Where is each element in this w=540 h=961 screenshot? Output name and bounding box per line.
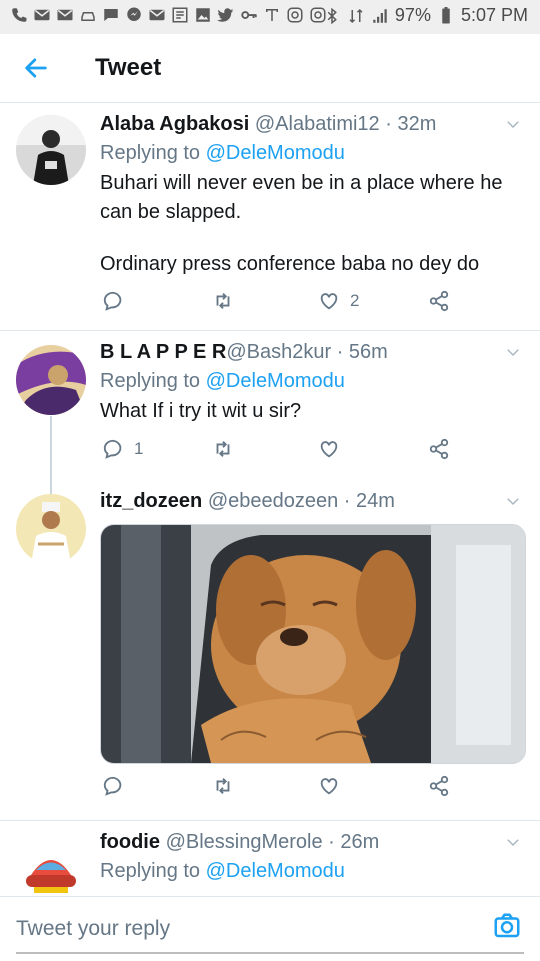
signal-icon (371, 7, 389, 25)
author-handle[interactable]: @Bash2kur (226, 341, 331, 363)
mail-icon (33, 6, 51, 24)
share-icon (429, 290, 449, 312)
text-icon (263, 6, 281, 24)
author-handle[interactable]: @ebeedozeen (208, 490, 338, 512)
reply-input[interactable]: Tweet your reply (16, 917, 170, 941)
gmail-icon (56, 6, 74, 24)
reply-button[interactable] (102, 290, 124, 312)
tweet-time: · 32m (385, 113, 437, 135)
image-icon (194, 6, 212, 24)
replying-label: Replying to (100, 370, 201, 392)
key-icon (240, 6, 258, 24)
chevron-down-icon[interactable] (504, 115, 522, 133)
status-bar: 97% 5:07 PM (0, 0, 540, 34)
reply-button[interactable]: 1 (102, 438, 143, 460)
author-name[interactable]: Alaba Agbakosi (100, 113, 249, 135)
retweet-icon (216, 778, 230, 794)
tweet-time: · 24m (343, 490, 395, 512)
like-count: 2 (350, 291, 360, 310)
author-name[interactable]: foodie (100, 831, 160, 853)
share-button[interactable] (428, 438, 450, 460)
reply-button[interactable] (102, 775, 124, 797)
tweet-text-line: Buhari will never even be in a place whe… (100, 172, 503, 194)
twitter-icon (217, 6, 235, 24)
share-button[interactable] (428, 775, 450, 797)
retweet-button[interactable] (212, 290, 234, 312)
instagram-icon (286, 6, 304, 24)
reply-icon (103, 776, 122, 796)
like-button[interactable]: 2 (318, 290, 359, 312)
news-icon (171, 6, 189, 24)
chevron-down-icon[interactable] (504, 833, 522, 851)
chat-icon (102, 6, 120, 24)
tweet-text-line: can be slapped. (100, 201, 242, 223)
avatar[interactable] (16, 494, 86, 564)
mention-link[interactable]: @DeleMomodu (206, 142, 345, 164)
avatar[interactable] (16, 345, 86, 415)
tweet-time: · 56m (336, 341, 388, 363)
system-status: 97% 5:07 PM (323, 5, 528, 26)
top-app-bar: Tweet (0, 34, 540, 103)
tweet-text: Buhari will never even be in a place whe… (100, 169, 520, 279)
clock: 5:07 PM (460, 5, 528, 25)
thread-connector (50, 416, 52, 498)
author-name[interactable]: B L A P P E R (100, 341, 226, 363)
battery-percent: 97% (394, 5, 431, 25)
tweet-text-line: Ordinary press conference baba no dey do (100, 253, 480, 275)
phone-icon (10, 6, 28, 24)
author-handle[interactable]: @BlessingMerole (166, 831, 323, 853)
heart-icon (320, 441, 338, 458)
battery-icon (437, 6, 455, 25)
reply-icon (103, 439, 122, 459)
reply-composer[interactable]: Tweet your reply (0, 896, 540, 961)
page-title: Tweet (95, 54, 162, 81)
tweet-actions: 1 (100, 438, 460, 468)
divider (0, 330, 540, 331)
avatar[interactable] (16, 115, 86, 185)
author-name[interactable]: itz_dozeen (100, 490, 202, 512)
retweet-button[interactable] (212, 775, 234, 797)
back-arrow-icon[interactable] (22, 54, 50, 82)
author-handle[interactable]: @Alabatimi12 (255, 113, 380, 135)
tweet-actions (100, 775, 460, 805)
tweet-media-image[interactable] (100, 524, 526, 764)
retweet-icon (216, 293, 230, 309)
notification-icons (10, 6, 327, 24)
mail-icon-2 (148, 6, 166, 24)
reply-icon (103, 291, 122, 311)
reply-count: 1 (134, 439, 144, 458)
replying-label: Replying to (100, 142, 201, 164)
retweet-icon (216, 441, 230, 457)
retweet-button[interactable] (212, 438, 234, 460)
messenger-icon (125, 6, 143, 24)
heart-icon (320, 778, 338, 795)
avatar[interactable] (16, 835, 86, 905)
tweet-time: · 26m (328, 831, 380, 853)
like-button[interactable] (318, 438, 340, 460)
share-button[interactable] (428, 290, 450, 312)
share-icon (429, 775, 449, 797)
heart-icon (320, 293, 338, 310)
divider (0, 820, 540, 821)
chevron-down-icon[interactable] (504, 492, 522, 510)
car-icon (79, 6, 97, 24)
share-icon (429, 438, 449, 460)
camera-icon[interactable] (492, 911, 522, 941)
input-underline (16, 952, 524, 954)
bluetooth-icon (323, 7, 341, 25)
chevron-down-icon[interactable] (504, 343, 522, 361)
tweet-text: What If i try it wit u sir? (100, 400, 302, 422)
mention-link[interactable]: @DeleMomodu (206, 860, 345, 882)
mention-link[interactable]: @DeleMomodu (206, 370, 345, 392)
data-4g-icon (347, 7, 365, 25)
tweet-actions: 2 (100, 290, 460, 320)
replying-label: Replying to (100, 860, 201, 882)
like-button[interactable] (318, 775, 340, 797)
